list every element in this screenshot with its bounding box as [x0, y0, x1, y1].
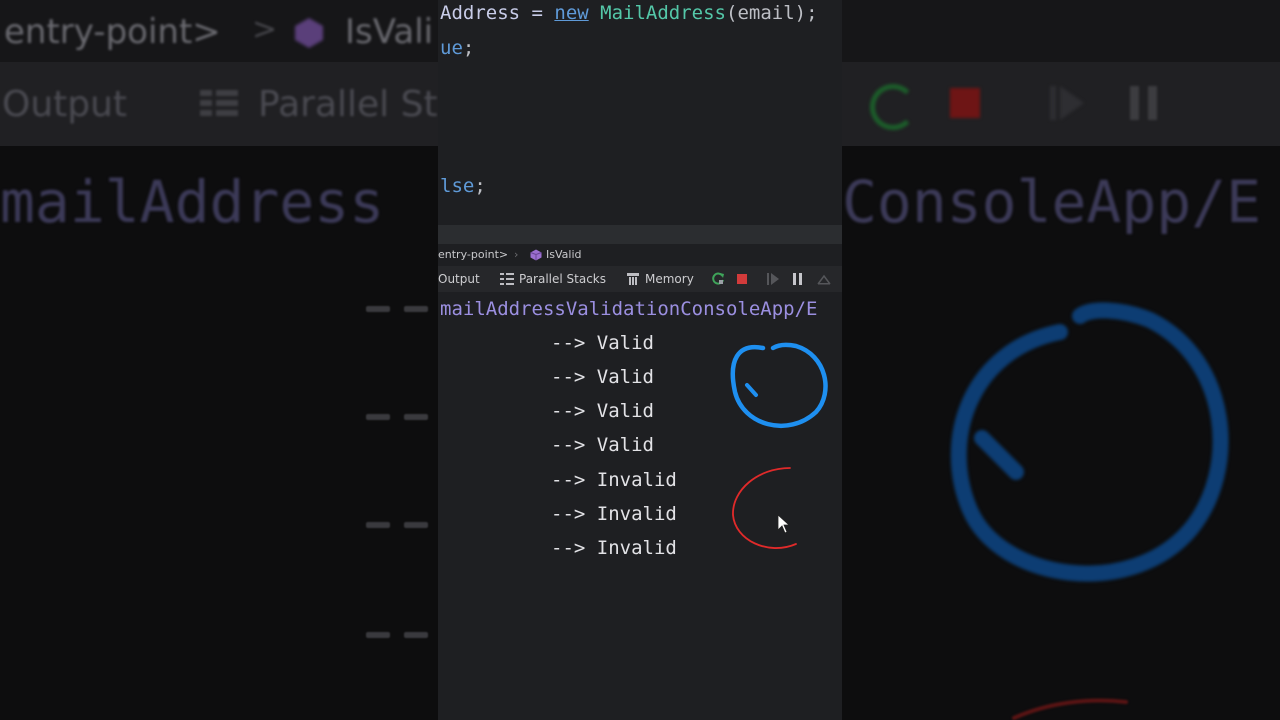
bg-breadcrumb-method: IsVali	[345, 12, 434, 52]
bg-method-icon	[295, 18, 323, 48]
bg-dash	[366, 632, 390, 638]
bg-parallel-stacks-icon	[200, 90, 238, 116]
bg-dash	[366, 306, 390, 312]
valid-annotation-tick	[745, 383, 758, 397]
annotation-layer	[730, 342, 828, 549]
bg-stop-icon	[950, 88, 980, 118]
bg-breadcrumb-separator: >	[252, 12, 278, 47]
bg-dash	[404, 306, 428, 312]
bg-rerun-icon	[870, 84, 916, 130]
bg-dash	[366, 522, 390, 528]
bg-tab-output: Output	[2, 84, 128, 125]
bg-dash	[404, 632, 428, 638]
mouse-cursor-icon	[777, 514, 791, 534]
bg-dash	[366, 414, 390, 420]
bg-dash	[404, 522, 428, 528]
bg-valid-annotation-circle	[950, 302, 1229, 582]
bg-console-path-left: mailAddress	[0, 168, 385, 236]
bg-tab-parallel-stacks: Parallel St	[258, 84, 438, 125]
bg-console-path-right: ConsoleApp/E	[842, 168, 1262, 236]
bg-pause-icon	[1130, 86, 1160, 120]
bg-invalid-annotation-arc	[1012, 698, 1128, 720]
bg-breadcrumb-entry: entry-point>	[4, 12, 221, 52]
bg-dash	[404, 414, 428, 420]
bg-resume-icon	[1050, 86, 1084, 120]
ide-panel: Address = new MailAddress(email); ue; ls…	[438, 0, 842, 720]
invalid-annotation-circle	[732, 467, 797, 549]
